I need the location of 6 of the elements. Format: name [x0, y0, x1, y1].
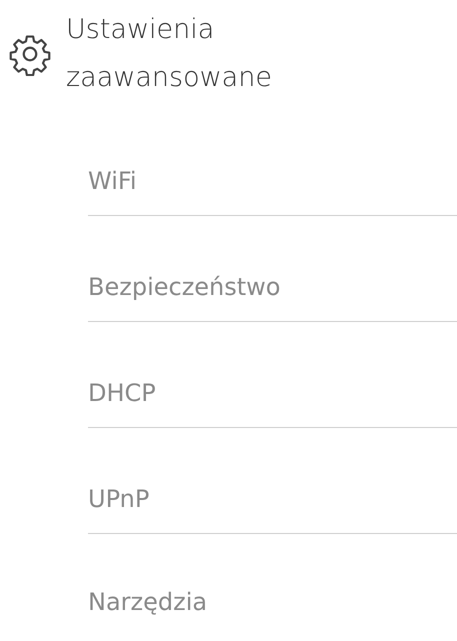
menu-item[interactable]: WiFi: [88, 110, 457, 216]
menu-item[interactable]: UPnP: [88, 428, 457, 534]
menu-item[interactable]: Narzędzia: [88, 534, 457, 634]
menu-item[interactable]: Bezpieczeństwo: [88, 216, 457, 322]
menu-item[interactable]: DHCP: [88, 322, 457, 428]
section-title: Ustawienia zaawansowane: [66, 13, 273, 95]
